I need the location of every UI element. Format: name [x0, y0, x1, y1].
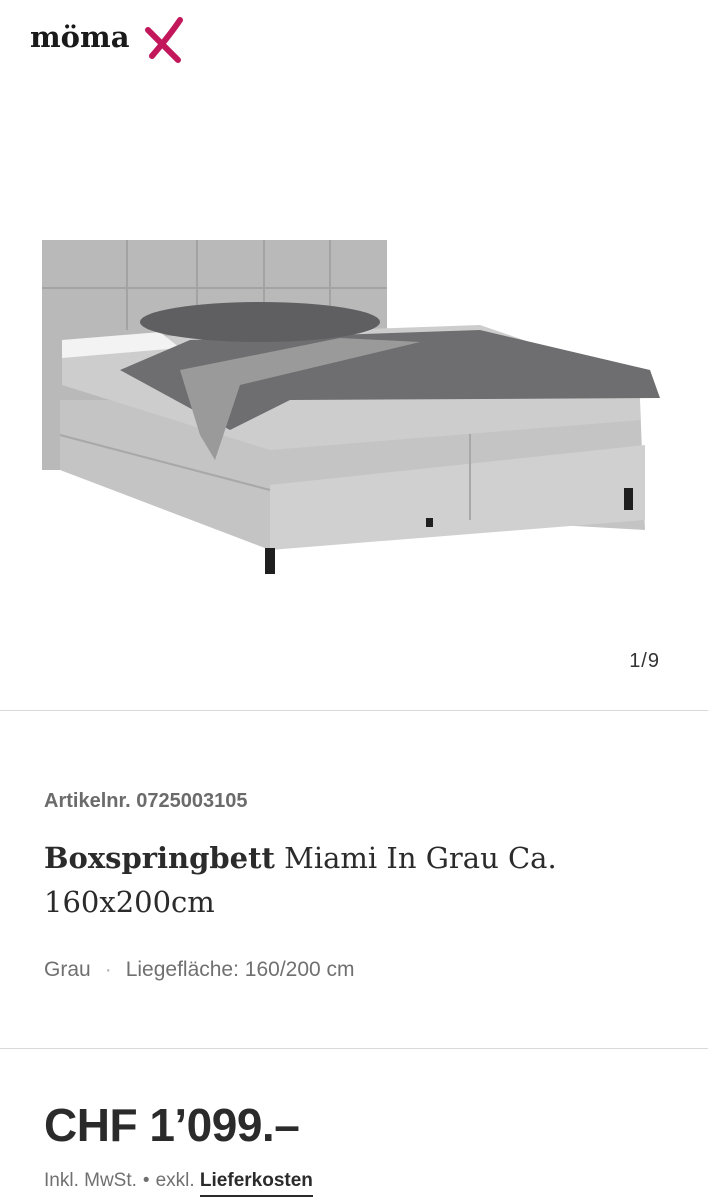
product-attributes: Grau · Liegefläche: 160/200 cm — [44, 958, 355, 982]
price-tax-note: Inkl. MwSt. • exkl. Lieferkosten — [44, 1170, 313, 1197]
image-counter: 1/9 — [629, 650, 660, 672]
article-number: Artikelnr. 0725003105 — [44, 790, 248, 812]
vat-note: Inkl. MwSt. — [44, 1170, 137, 1191]
shipping-prefix: exkl. — [155, 1170, 195, 1191]
product-image[interactable] — [40, 230, 670, 590]
divider — [0, 1048, 708, 1049]
shipping-costs-link[interactable]: Lieferkosten — [199, 1170, 313, 1197]
product-title-type: Boxspringbett — [44, 841, 275, 875]
product-image-gallery[interactable]: 1/9 — [0, 70, 708, 710]
product-price: CHF 1’099.– — [44, 1099, 300, 1151]
logo-x-mark — [145, 17, 183, 63]
brand-logo[interactable]: möma — [30, 14, 190, 64]
attribute-separator: · — [104, 958, 112, 981]
color-attribute: Grau — [44, 958, 91, 981]
logo-text: möma — [30, 20, 130, 54]
divider — [0, 710, 708, 711]
product-title: Boxspringbett Miami In Grau Ca. 160x200c… — [44, 836, 664, 924]
surface-attribute: Liegefläche: 160/200 cm — [125, 958, 355, 981]
tax-separator: • — [142, 1170, 150, 1191]
